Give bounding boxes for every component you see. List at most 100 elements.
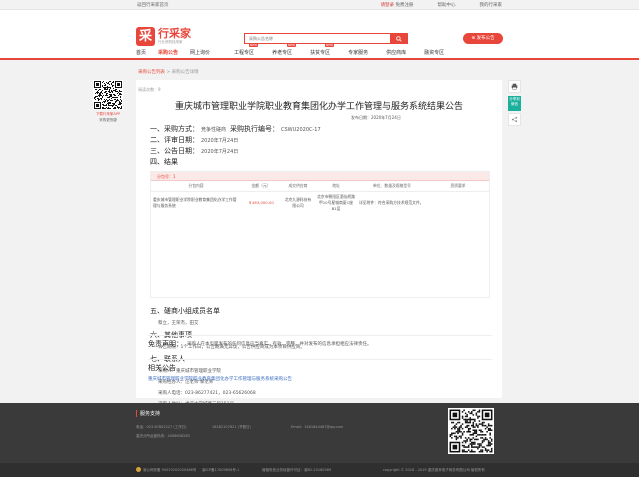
result-table-box: 分包号：1 分包内容 金额（元） 成交供应商 地址 单位、数量及规格型号 资质要求 重庆城…: [150, 171, 490, 298]
breadcrumb-current: 采购公告详情: [171, 70, 199, 75]
back-home-link[interactable]: 返回行采家首页: [137, 2, 169, 8]
police-badge-icon: [136, 467, 141, 472]
search-button[interactable]: [390, 33, 408, 44]
nav-item-2[interactable]: 网上询价: [190, 49, 210, 58]
site-header: 采 行采家 行业采购找采家 ⊕ 发布公告: [0, 10, 639, 46]
app-download-label: 下载行采家APP: [95, 112, 121, 116]
search-input[interactable]: [245, 34, 385, 43]
section-review-label: 二、评审日期：: [150, 136, 199, 144]
nav-item-6[interactable]: 专家服务: [348, 49, 368, 58]
contact-buyer: 采购人：重庆城市管理职业学院: [158, 369, 221, 374]
search-icon: [396, 35, 402, 42]
nav-item-8[interactable]: 融资专区: [424, 49, 444, 58]
table-header-cell: 成交供应商: [281, 181, 315, 192]
nav-item-5[interactable]: 扶贫专区 NEW: [310, 43, 335, 58]
section-method-value: 竞争性磋商: [201, 127, 227, 133]
nav-item-0[interactable]: 首页: [136, 49, 146, 58]
new-badge: NEW: [248, 43, 259, 47]
print-button[interactable]: [508, 80, 521, 93]
other-notes: 公告期限：1个工作日，公告期满无异议，公告供应商成为本项目供应商。: [158, 345, 305, 350]
footer-copyright: copyright © 2016 - 2019 重庆惠采电子商务有限公司 版权所…: [383, 468, 485, 472]
cell-address: 北京市朝阳区酒仙桥路甲10号星城商厦C座B1层: [317, 193, 355, 211]
table-header-cell: 分包内容: [151, 181, 241, 192]
related-notice-link[interactable]: 重庆城市管理职业学院职业教育集团化办学工作管理与服务系统采购公告: [148, 376, 292, 382]
section-result: 四、结果: [150, 158, 178, 166]
logo-mark-icon: 采: [136, 27, 155, 46]
qr-code-icon: [94, 81, 122, 109]
section-method-label: 一、采购方式：: [150, 125, 199, 133]
section-review-value: 2020年7月24日: [201, 138, 239, 144]
top-bar-links: 请登录 免费注册 帮助中心 我的行采家: [381, 2, 502, 8]
nav-item-label: 采购公告: [158, 50, 179, 56]
wechat-share-button[interactable]: 分享到微信: [508, 96, 521, 111]
login-link[interactable]: 请登录: [381, 3, 395, 8]
app-download-sub: 采购更快捷: [99, 118, 117, 122]
nav-item-7[interactable]: 供应商库: [386, 49, 406, 58]
table-header-cell: 地址: [315, 181, 357, 192]
section-notice-date: 三、公告日期： 2020年7月24日: [150, 146, 238, 156]
section-review-date: 二、评审日期： 2020年7月24日: [150, 135, 238, 145]
table-header-cell: 金额（元）: [241, 181, 281, 192]
table-header-cell: 单位、数量及规格型号: [357, 181, 427, 192]
result-table: 分包内容 金额（元） 成交供应商 地址 单位、数量及规格型号 资质要求 重庆城市管理职业学…: [151, 181, 489, 214]
my-account-link[interactable]: 我的行采家: [480, 2, 503, 8]
cell-content: 重庆城市管理职业学院职业教育集团化办学工作管理与服务系统: [153, 196, 237, 208]
section-code-value: CSWU2020C-17: [281, 127, 321, 133]
table-row: 重庆城市管理职业学院职业教育集团化办学工作管理与服务系统 ￥483,000.00…: [151, 191, 489, 214]
brand-name: 行采家: [158, 27, 191, 40]
printer-icon: [511, 83, 518, 90]
cell-qualification: [427, 191, 489, 214]
nav-item-label: 首页: [136, 50, 147, 56]
section-members: 五、磋商小组成员名单: [150, 307, 220, 315]
new-badge: NEW: [286, 43, 297, 47]
footer-telecom-license: 增值电信业务经营许可证：渝B2-20180569: [262, 468, 332, 472]
section-code-label: 采购执行编号：: [230, 125, 280, 133]
section-other: 六、其他事项: [150, 331, 192, 339]
top-bar: 返回行采家首页 请登录 免费注册 帮助中心 我的行采家: [0, 0, 639, 10]
footer-icp-record[interactable]: 渝ICP备17009656号-1: [202, 468, 239, 473]
footer-qr-code: [448, 408, 494, 454]
share-icon: [511, 116, 518, 123]
section-notice-label: 三、公告日期：: [150, 147, 199, 155]
nav-item-3[interactable]: 工程专区 NEW: [234, 43, 259, 58]
footer-phone2: 18182107821 (节假日): [212, 425, 251, 429]
wechat-share-label: 分享到微信: [509, 97, 520, 106]
share-button[interactable]: [508, 113, 521, 126]
members-list: 蔡立，王荣杰，田艾: [158, 321, 199, 326]
package-number: 分包号：1: [151, 172, 489, 181]
publish-notice-button[interactable]: ⊕ 发布公告: [463, 33, 503, 44]
read-count: 阅读次数：9: [138, 87, 161, 92]
site-footer: 服务支持 电话：023-67802227 (工作日) 18182107821 (…: [0, 403, 639, 477]
breadcrumb-notice-list[interactable]: 采购公告列表: [138, 70, 165, 75]
notice-title: 重庆城市管理职业学院职业教育集团化办学工作管理与服务系统结果公告: [174, 102, 463, 112]
nav-item-4[interactable]: 养老专区 NEW: [272, 43, 297, 58]
nav-item-label: 扶贫专区: [310, 50, 331, 56]
section-contacts: 七、联系人: [150, 355, 185, 363]
table-header-cell: 资质要求: [427, 181, 489, 192]
footer-phone: 电话：023-67802227 (工作日): [136, 425, 187, 429]
nav-item-label: 养老专区: [272, 50, 293, 56]
section-method: 一、采购方式： 竞争性磋商 采购执行编号： CSWU2020C-17: [150, 124, 321, 134]
brand-slogan: 行业采购找采家: [158, 40, 183, 44]
section-notice-value: 2020年7月24日: [201, 149, 239, 155]
footer-police-record[interactable]: 渝公网安备 50019202000466号: [143, 468, 196, 473]
register-link[interactable]: 免费注册: [396, 3, 414, 8]
nav-item-1[interactable]: 采购公告: [158, 49, 178, 58]
app-qr-code: [93, 80, 123, 110]
breadcrumb-separator: >: [166, 70, 171, 75]
footer-bottom: 渝公网安备 50019202000466号 渝ICP备17009656号-1 增…: [0, 463, 639, 477]
publish-date: 发布日期：2020年7月24日: [351, 115, 401, 120]
cell-supplier: 北京九源科技有限公司: [284, 196, 312, 208]
new-badge: NEW: [324, 43, 335, 47]
footer-hotline: 重庆分所运营热线：4006608263: [136, 434, 190, 438]
nav-item-label: 工程专区: [234, 50, 255, 56]
nav-item-label: 网上询价: [190, 50, 211, 56]
nav-item-label: 供应商库: [386, 50, 407, 56]
nav-item-label: 融资专区: [424, 50, 445, 56]
footer-title: 服务支持: [136, 410, 160, 417]
contact-phone: 采购人电话：023-86277421，023-65626068: [158, 391, 256, 396]
site-logo[interactable]: 采 行采家 行业采购找采家: [136, 27, 191, 46]
notice-content: 阅读次数：9 重庆城市管理职业学院职业教育集团化办学工作管理与服务系统结果公告 …: [136, 80, 502, 407]
breadcrumb: 采购公告列表 > 采购公告详情: [138, 69, 199, 75]
help-link[interactable]: 帮助中心: [438, 2, 456, 8]
